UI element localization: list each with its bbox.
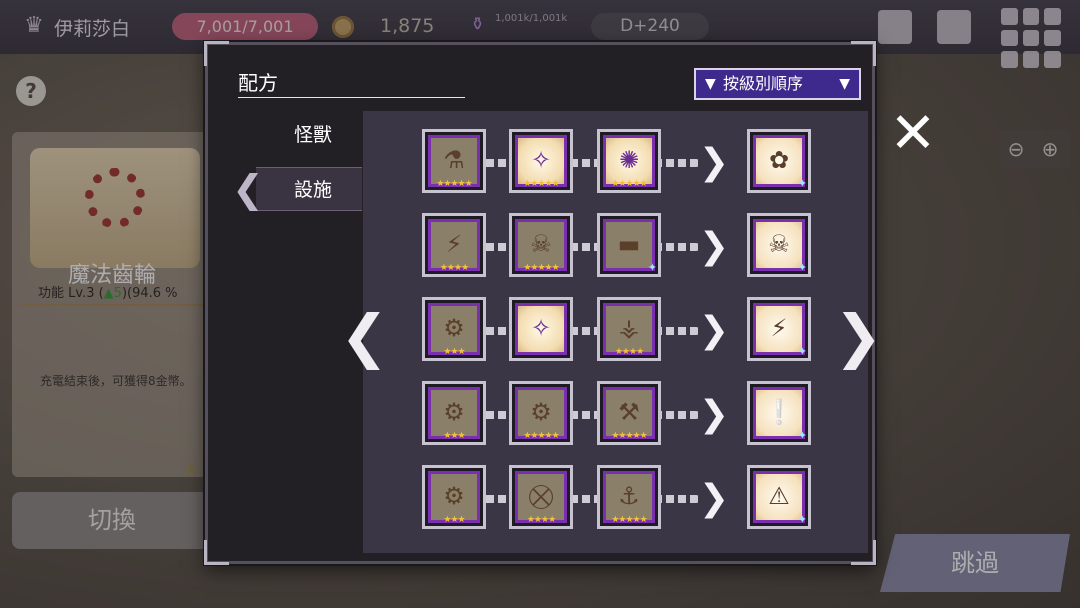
ingredient-slot[interactable]: ⛒ ★★★★ <box>509 465 573 529</box>
sparkle-icon: ✦ <box>797 429 807 442</box>
item-icon: ⚡ <box>770 314 788 342</box>
ingredient-slot[interactable]: ⚡ ★★★★ <box>422 213 486 277</box>
recipe-result-slot[interactable]: ❕ ✦ <box>747 381 811 445</box>
tab-facilities[interactable]: 設施 <box>256 167 362 211</box>
item-icon: ▬ <box>617 230 641 258</box>
arrow-right-icon: ❯ <box>698 310 730 351</box>
item-icon: ❕ <box>764 398 794 426</box>
star-rating: ★★★★ <box>614 347 644 357</box>
star-rating: ★★★★★ <box>611 515 647 525</box>
ingredient-slot[interactable]: ⚙ ★★★ <box>422 297 486 361</box>
tab-monsters[interactable]: 怪獸 <box>256 113 362 157</box>
item-icon: ⚙ <box>443 314 465 342</box>
recipe-result-slot[interactable]: ⚠ ✦ <box>747 465 811 529</box>
item-icon: ✺ <box>618 146 640 174</box>
item-icon: ⚡ <box>445 230 463 258</box>
chain-connector <box>462 495 700 503</box>
star-rating: ★★★ <box>443 431 465 441</box>
item-icon: ⚠ <box>768 482 790 510</box>
star-rating: ★★★★★ <box>436 179 472 189</box>
item-icon: ✧ <box>530 314 552 342</box>
chain-connector <box>462 243 700 251</box>
ingredient-slot[interactable]: ⚙ ★★★★★ <box>509 381 573 445</box>
star-rating: ★★★ <box>443 515 465 525</box>
prev-page-arrow[interactable]: ❮ <box>340 300 389 372</box>
item-icon: ☠ <box>530 230 552 258</box>
star-rating: ★★★★★ <box>523 431 559 441</box>
ingredient-slot[interactable]: ⚓ ★★★★★ <box>597 465 661 529</box>
modal-title: 配方 <box>238 71 278 95</box>
ingredient-slot[interactable]: ✧ <box>509 297 573 361</box>
star-rating: ★★★★★ <box>523 179 559 189</box>
recipe-row: ⚙ ★★★ ✧ ⚶ ★★★★ ❯ ⚡ ✦ <box>422 295 822 367</box>
item-icon: ⚶ <box>618 314 640 342</box>
recipe-row: ⚗ ★★★★★ ✧ ★★★★★ ✺ ★★★★★ ❯ ✿ ✦ <box>422 127 822 199</box>
item-icon: ⚙ <box>443 482 465 510</box>
arrow-right-icon: ❯ <box>698 478 730 519</box>
chain-connector <box>462 411 700 419</box>
title-underline <box>238 97 465 98</box>
recipe-result-slot[interactable]: ☠ ✦ <box>747 213 811 277</box>
recipe-result-slot[interactable]: ⚡ ✦ <box>747 297 811 361</box>
sparkle-icon: ✦ <box>797 177 807 190</box>
arrow-right-icon: ❯ <box>698 226 730 267</box>
item-icon: ⚙ <box>530 398 552 426</box>
arrow-right-icon: ❯ <box>698 142 730 183</box>
item-icon: ⛒ <box>528 482 554 510</box>
recipe-row: ⚙ ★★★ ⚙ ★★★★★ ⚒ ★★★★★ ❯ ❕ ✦ <box>422 379 822 451</box>
star-rating: ★★★★★ <box>611 431 647 441</box>
sparkle-icon: ✦ <box>797 513 807 526</box>
chevron-down-icon: ▼ <box>839 76 850 92</box>
chain-connector <box>462 159 700 167</box>
ingredient-slot[interactable]: ⚗ ★★★★★ <box>422 129 486 193</box>
sparkle-icon: ✦ <box>647 261 657 274</box>
close-icon[interactable]: ✕ <box>885 106 941 162</box>
star-rating: ★★★★ <box>439 263 469 273</box>
recipe-result-slot[interactable]: ✿ ✦ <box>747 129 811 193</box>
tab-ornament-icon: ❮ <box>232 167 264 211</box>
ingredient-slot[interactable]: ⚙ ★★★ <box>422 465 486 529</box>
item-icon: ⚒ <box>618 398 640 426</box>
sort-dropdown[interactable]: ▼ 按級別順序 ▼ <box>694 68 861 100</box>
arrow-right-icon: ❯ <box>698 394 730 435</box>
item-icon: ⚗ <box>443 146 465 174</box>
recipe-row: ⚙ ★★★ ⛒ ★★★★ ⚓ ★★★★★ ❯ ⚠ ✦ <box>422 463 822 535</box>
sparkle-icon: ✦ <box>797 261 807 274</box>
item-icon: ✧ <box>530 146 552 174</box>
item-icon: ⚙ <box>443 398 465 426</box>
star-rating: ★★★★★ <box>611 179 647 189</box>
ingredient-slot[interactable]: ✺ ★★★★★ <box>597 129 661 193</box>
sparkle-icon: ✦ <box>797 345 807 358</box>
chain-connector <box>462 327 700 335</box>
ingredient-slot[interactable]: ⚒ ★★★★★ <box>597 381 661 445</box>
star-rating: ★★★ <box>443 347 465 357</box>
recipe-modal: 配方 ▼ 按級別順序 ▼ 怪獸 設施 ❮ ⚗ ★★★★★ ✧ ★★★★★ ✺ ★★★★★ ❯… <box>204 41 876 565</box>
item-icon: ✿ <box>768 146 790 174</box>
item-icon: ⚓ <box>618 482 640 510</box>
recipe-list: ⚗ ★★★★★ ✧ ★★★★★ ✺ ★★★★★ ❯ ✿ ✦ ⚡ ★★★★ ☠ ★★★★★ ▬ ✦ ❯ ☠ ✦ ⚙ ★★… <box>363 111 868 553</box>
filter-icon: ▼ <box>705 76 716 92</box>
star-rating: ★★★★★ <box>523 263 559 273</box>
ingredient-slot[interactable]: ▬ ✦ <box>597 213 661 277</box>
ingredient-slot[interactable]: ⚙ ★★★ <box>422 381 486 445</box>
ingredient-slot[interactable]: ☠ ★★★★★ <box>509 213 573 277</box>
star-rating: ★★★★ <box>526 515 556 525</box>
item-icon: ☠ <box>768 230 790 258</box>
ingredient-slot[interactable]: ⚶ ★★★★ <box>597 297 661 361</box>
recipe-row: ⚡ ★★★★ ☠ ★★★★★ ▬ ✦ ❯ ☠ ✦ <box>422 211 822 283</box>
next-page-arrow[interactable]: ❯ <box>834 300 883 372</box>
sort-label: 按級別順序 <box>723 74 804 93</box>
ingredient-slot[interactable]: ✧ ★★★★★ <box>509 129 573 193</box>
